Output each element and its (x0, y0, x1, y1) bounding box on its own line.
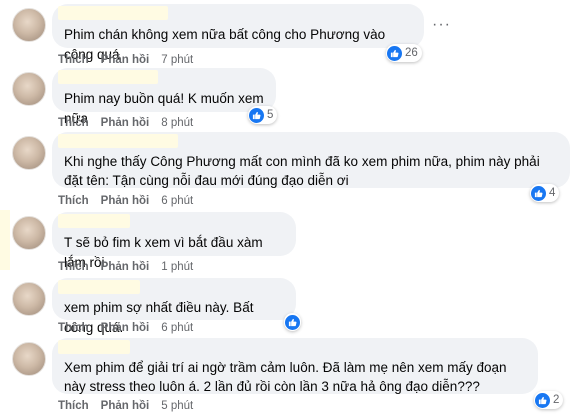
like-link[interactable]: Thích (58, 117, 89, 129)
timestamp[interactable]: 5 phút (161, 400, 193, 412)
comment-bubble: Phim nay buồn quá! K muốn xem nữa (52, 68, 276, 126)
avatar[interactable] (12, 282, 46, 316)
comment-bubble: xem phim sợ nhất điều này. Bất công quá. (52, 278, 296, 335)
redacted-name (58, 280, 140, 294)
avatar[interactable] (12, 8, 46, 42)
redacted-name (58, 6, 168, 20)
like-link[interactable]: Thích (58, 322, 89, 334)
comment-actions: Thích Phản hồi 1 phút (58, 261, 193, 273)
avatar[interactable] (12, 72, 46, 106)
reaction-count[interactable]: 2 (534, 391, 564, 409)
comment-text: Xem phim để giải trí ai ngờ trầm cảm luô… (64, 360, 507, 394)
comment-text: Khi nghe thấy Công Phương mất con mình đ… (64, 154, 540, 188)
like-reaction-icon (249, 107, 264, 123)
reaction-count[interactable]: 26 (386, 44, 422, 62)
comment-bubble: T sẽ bỏ fim k xem vì bắt đầu xàm lắm rồi (52, 212, 296, 270)
reaction-number: 2 (553, 394, 560, 406)
redacted-name (58, 340, 130, 354)
comment-actions: Thích Phản hồi 7 phút (58, 54, 193, 66)
avatar[interactable] (12, 342, 46, 376)
comment-actions: Thích Phản hồi 6 phút (58, 322, 193, 334)
like-reaction-icon (285, 314, 300, 330)
reaction-count[interactable] (284, 313, 301, 331)
timestamp[interactable]: 6 phút (161, 322, 193, 334)
reply-link[interactable]: Phản hồi (101, 54, 150, 66)
timestamp[interactable]: 1 phút (161, 261, 193, 273)
reply-link[interactable]: Phản hồi (101, 261, 150, 273)
like-link[interactable]: Thích (58, 261, 89, 273)
avatar[interactable] (12, 136, 46, 170)
comment-actions: Thích Phản hồi 8 phút (58, 117, 193, 129)
like-reaction-icon (535, 392, 550, 408)
timestamp[interactable]: 7 phút (161, 54, 193, 66)
reaction-number: 4 (549, 187, 556, 199)
redacted-name (58, 70, 158, 84)
comment-actions: Thích Phản hồi 5 phút (58, 400, 193, 412)
timestamp[interactable]: 6 phút (161, 195, 193, 207)
comment-bubble: Phim chán không xem nữa bất công cho Phư… (52, 4, 424, 62)
comment-bubble: Khi nghe thấy Công Phương mất con mình đ… (52, 132, 570, 188)
comment-actions: Thích Phản hồi 6 phút (58, 195, 193, 207)
reply-link[interactable]: Phản hồi (101, 400, 150, 412)
redacted-name (58, 134, 178, 148)
more-options-icon[interactable]: ··· (432, 16, 451, 34)
like-link[interactable]: Thích (58, 195, 89, 207)
reaction-count[interactable]: 4 (530, 184, 560, 202)
reaction-count[interactable]: 5 (248, 106, 278, 124)
redacted-name (58, 214, 130, 228)
avatar[interactable] (12, 216, 46, 250)
comment-bubble: Xem phim để giải trí ai ngờ trầm cảm luô… (52, 338, 538, 394)
reply-link[interactable]: Phản hồi (101, 117, 150, 129)
reaction-number: 26 (405, 47, 418, 59)
reply-link[interactable]: Phản hồi (101, 322, 150, 334)
like-reaction-icon (531, 185, 546, 201)
reaction-number: 5 (267, 109, 274, 121)
timestamp[interactable]: 8 phút (161, 117, 193, 129)
like-reaction-icon (387, 45, 402, 61)
reply-link[interactable]: Phản hồi (101, 195, 150, 207)
like-link[interactable]: Thích (58, 400, 89, 412)
like-link[interactable]: Thích (58, 54, 89, 66)
redacted-area (0, 210, 10, 270)
